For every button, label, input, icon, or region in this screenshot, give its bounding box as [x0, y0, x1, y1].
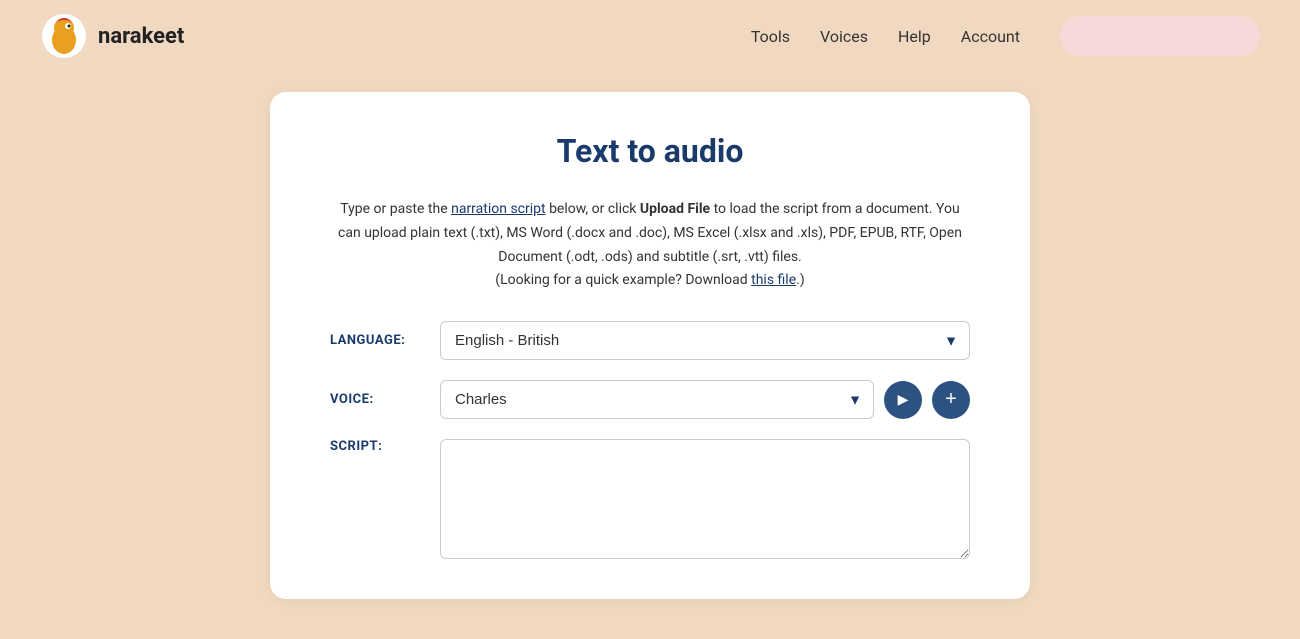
- script-label: SCRIPT:: [330, 439, 440, 454]
- description-text: Type or paste the narration script below…: [330, 198, 970, 293]
- language-row: LANGUAGE: English - British English - US…: [330, 321, 970, 360]
- add-voice-button[interactable]: +: [932, 381, 970, 419]
- script-textarea[interactable]: [440, 439, 970, 559]
- play-voice-button[interactable]: ▶: [884, 381, 922, 419]
- main-content: Text to audio Type or paste the narratio…: [0, 72, 1300, 639]
- upload-file-label: Upload File: [640, 201, 710, 217]
- play-icon: ▶: [898, 391, 909, 408]
- voice-select-wrapper: Charles Emma Harry Olivia ▼: [440, 380, 874, 419]
- desc-part-1: Type or paste the: [340, 201, 451, 217]
- this-file-link[interactable]: this file: [751, 272, 796, 288]
- page-title: Text to audio: [330, 132, 970, 170]
- main-nav: Tools Voices Help Account: [751, 27, 1020, 46]
- nav-help[interactable]: Help: [898, 27, 931, 46]
- desc-part-2: below, or click: [546, 201, 640, 217]
- nav-tools[interactable]: Tools: [751, 27, 790, 46]
- content-card: Text to audio Type or paste the narratio…: [270, 92, 1030, 599]
- desc-part-4: (Looking for a quick example? Download: [495, 272, 751, 288]
- logo-icon: [40, 12, 88, 60]
- language-select-wrapper: English - British English - US English -…: [440, 321, 970, 360]
- plus-icon: +: [945, 388, 957, 411]
- script-row: SCRIPT:: [330, 439, 970, 559]
- nav-voices[interactable]: Voices: [820, 27, 868, 46]
- logo-text: narakeet: [98, 24, 184, 49]
- voice-row: VOICE: Charles Emma Harry Olivia ▼ ▶ +: [330, 380, 970, 419]
- narration-script-link[interactable]: narration script: [451, 201, 546, 217]
- header: narakeet Tools Voices Help Account: [0, 0, 1300, 72]
- header-cta-button[interactable]: [1060, 16, 1260, 56]
- nav-account[interactable]: Account: [961, 27, 1020, 46]
- desc-part-5: .): [796, 272, 805, 288]
- voice-label: VOICE:: [330, 392, 440, 407]
- logo-area: narakeet: [40, 12, 184, 60]
- language-select[interactable]: English - British English - US English -…: [440, 321, 970, 360]
- language-label: LANGUAGE:: [330, 333, 440, 348]
- voice-controls: ▶ +: [884, 381, 970, 419]
- voice-select[interactable]: Charles Emma Harry Olivia: [440, 380, 874, 419]
